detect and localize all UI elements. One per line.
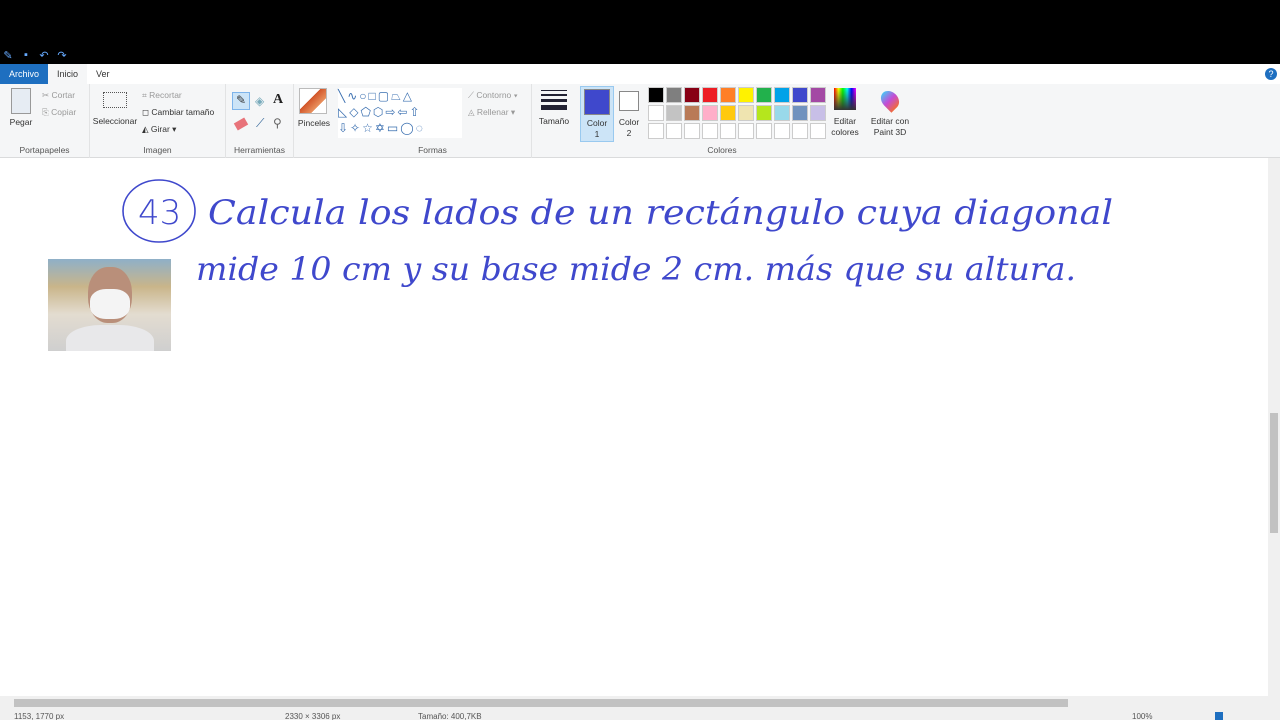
group-herramientas: ✎ ◈ A ⟋ ⚲ Herramientas xyxy=(226,84,294,158)
help-icon[interactable]: ? xyxy=(1265,68,1277,80)
image-size: 2330 × 3306 px xyxy=(285,712,341,720)
person-body xyxy=(66,325,154,351)
palette-swatch[interactable] xyxy=(810,123,826,139)
color-picker-icon[interactable]: ⟋ xyxy=(256,116,264,131)
palette-swatch[interactable] xyxy=(720,87,736,103)
palette-swatch[interactable] xyxy=(810,105,826,121)
handwriting-layer: 43 Calcula los lados de un rectángulo cu… xyxy=(122,179,1113,288)
undo-icon[interactable]: ↶ xyxy=(38,49,50,62)
outline-button[interactable]: ⟋ Contorno ▾ xyxy=(468,90,518,101)
paint3d-icon xyxy=(877,87,903,113)
palette-swatch[interactable] xyxy=(738,123,754,139)
tab-ver[interactable]: Ver xyxy=(87,64,119,84)
brush-icon xyxy=(299,88,327,114)
color1-button[interactable]: Color 1 xyxy=(580,86,614,142)
palette-swatch[interactable] xyxy=(738,105,754,121)
zoom-slider[interactable] xyxy=(1215,712,1223,720)
edit-colors-button[interactable]: Editar colores xyxy=(828,88,862,138)
paste-button[interactable]: Pegar xyxy=(6,88,36,128)
magnifier-icon[interactable]: ⚲ xyxy=(273,116,282,130)
palette-swatch[interactable] xyxy=(756,87,772,103)
horizontal-scrollbar[interactable] xyxy=(0,696,1280,710)
drawing-canvas[interactable]: 43 Calcula los lados de un rectángulo cu… xyxy=(0,158,1268,696)
shapes-gallery[interactable]: ╲∿○□▢⏢△ ◺◇⬠⬡⇨⇦⇧ ⇩✧☆✡▭◯◌ xyxy=(338,88,462,138)
save-icon[interactable]: ▪ xyxy=(20,49,32,61)
palette-swatch[interactable] xyxy=(684,87,700,103)
edit-paint3d-button[interactable]: Editar con Paint 3D xyxy=(866,87,914,138)
palette-swatch[interactable] xyxy=(684,123,700,139)
line-size-icon xyxy=(541,90,567,110)
palette-swatch[interactable] xyxy=(666,87,682,103)
vertical-scrollbar[interactable] xyxy=(1268,158,1280,696)
palette-swatch[interactable] xyxy=(666,105,682,121)
palette-swatch[interactable] xyxy=(774,105,790,121)
face-mask xyxy=(90,289,130,319)
palette-swatch[interactable] xyxy=(720,105,736,121)
cut-button[interactable]: ✂ Cortar xyxy=(42,90,75,101)
color-spectrum-icon xyxy=(834,88,856,110)
pencil-icon[interactable]: ✎ xyxy=(232,92,250,110)
palette-swatch[interactable] xyxy=(792,87,808,103)
crop-button[interactable]: ⌗ Recortar xyxy=(142,90,182,101)
palette-swatch[interactable] xyxy=(648,87,664,103)
color1-swatch xyxy=(584,89,610,115)
quick-access-toolbar: ✎ ▪ ↶ ↷ xyxy=(0,46,1280,64)
problem-line-1: Calcula los lados de un rectángulo cuya … xyxy=(208,193,1113,233)
palette-swatch[interactable] xyxy=(756,123,772,139)
brushes-button[interactable]: Pinceles xyxy=(294,84,334,158)
problem-line-2: mide 10 cm y su base mide 2 cm. más que … xyxy=(196,250,1076,288)
copy-button[interactable]: ⎘ Copiar xyxy=(42,107,76,118)
palette-swatch[interactable] xyxy=(756,105,772,121)
palette-swatch[interactable] xyxy=(720,123,736,139)
ribbon-tabs: Archivo Inicio Ver ? xyxy=(0,64,1280,84)
vertical-scroll-thumb[interactable] xyxy=(1270,413,1278,533)
palette-swatch[interactable] xyxy=(684,105,700,121)
file-size: Tamaño: 400,7KB xyxy=(418,712,482,720)
horizontal-scroll-thumb[interactable] xyxy=(14,699,1068,707)
cursor-position: 1153, 1770 px xyxy=(14,712,65,720)
select-button[interactable]: Seleccionar xyxy=(92,92,138,127)
clipboard-icon xyxy=(11,88,31,114)
resize-button[interactable]: ◻ Cambiar tamaño xyxy=(142,107,214,118)
palette-swatch[interactable] xyxy=(774,87,790,103)
palette-swatch[interactable] xyxy=(774,123,790,139)
color2-swatch xyxy=(619,91,639,111)
text-icon[interactable]: A xyxy=(273,92,283,108)
palette-swatch[interactable] xyxy=(738,87,754,103)
rotate-button[interactable]: ◭ Girar ▾ xyxy=(142,124,176,135)
color2-button[interactable]: Color 2 xyxy=(614,86,644,139)
tab-inicio[interactable]: Inicio xyxy=(48,64,88,84)
palette-swatch[interactable] xyxy=(792,123,808,139)
palette-swatch[interactable] xyxy=(702,105,718,121)
palette-swatch[interactable] xyxy=(702,87,718,103)
palette-swatch[interactable] xyxy=(648,123,664,139)
eraser-icon[interactable] xyxy=(233,117,249,131)
palette-swatch[interactable] xyxy=(666,123,682,139)
fill-icon[interactable]: ◈ xyxy=(255,94,264,108)
webcam-overlay xyxy=(48,259,171,351)
group-formas: ╲∿○□▢⏢△ ◺◇⬠⬡⇨⇦⇧ ⇩✧☆✡▭◯◌ ⟋ Contorno ▾ ◬ Rel… xyxy=(334,84,532,158)
palette-swatch[interactable] xyxy=(648,105,664,121)
problem-number: 43 xyxy=(138,193,181,233)
color-palette xyxy=(648,87,830,141)
ribbon: Pegar ✂ Cortar ⎘ Copiar Portapapeles Sel… xyxy=(0,84,1280,158)
paint-app-icon[interactable]: ✎ xyxy=(2,49,14,62)
palette-swatch[interactable] xyxy=(810,87,826,103)
group-imagen: Seleccionar ⌗ Recortar ◻ Cambiar tamaño … xyxy=(90,84,226,158)
fill-button[interactable]: ◬ Rellenar ▾ xyxy=(468,107,515,118)
zoom-level: 100% xyxy=(1132,712,1153,720)
size-button[interactable]: Tamaño xyxy=(536,88,572,127)
palette-swatch[interactable] xyxy=(702,123,718,139)
group-colores: Tamaño Color 1 Color 2 Editar colores Edita… xyxy=(532,84,912,158)
redo-icon[interactable]: ↷ xyxy=(56,49,68,62)
group-portapapeles: Pegar ✂ Cortar ⎘ Copiar Portapapeles xyxy=(0,84,90,158)
palette-swatch[interactable] xyxy=(792,105,808,121)
select-icon xyxy=(103,92,127,108)
tab-archivo[interactable]: Archivo xyxy=(0,64,49,84)
status-bar: 1153, 1770 px 2330 × 3306 px Tamaño: 400… xyxy=(0,710,1280,720)
